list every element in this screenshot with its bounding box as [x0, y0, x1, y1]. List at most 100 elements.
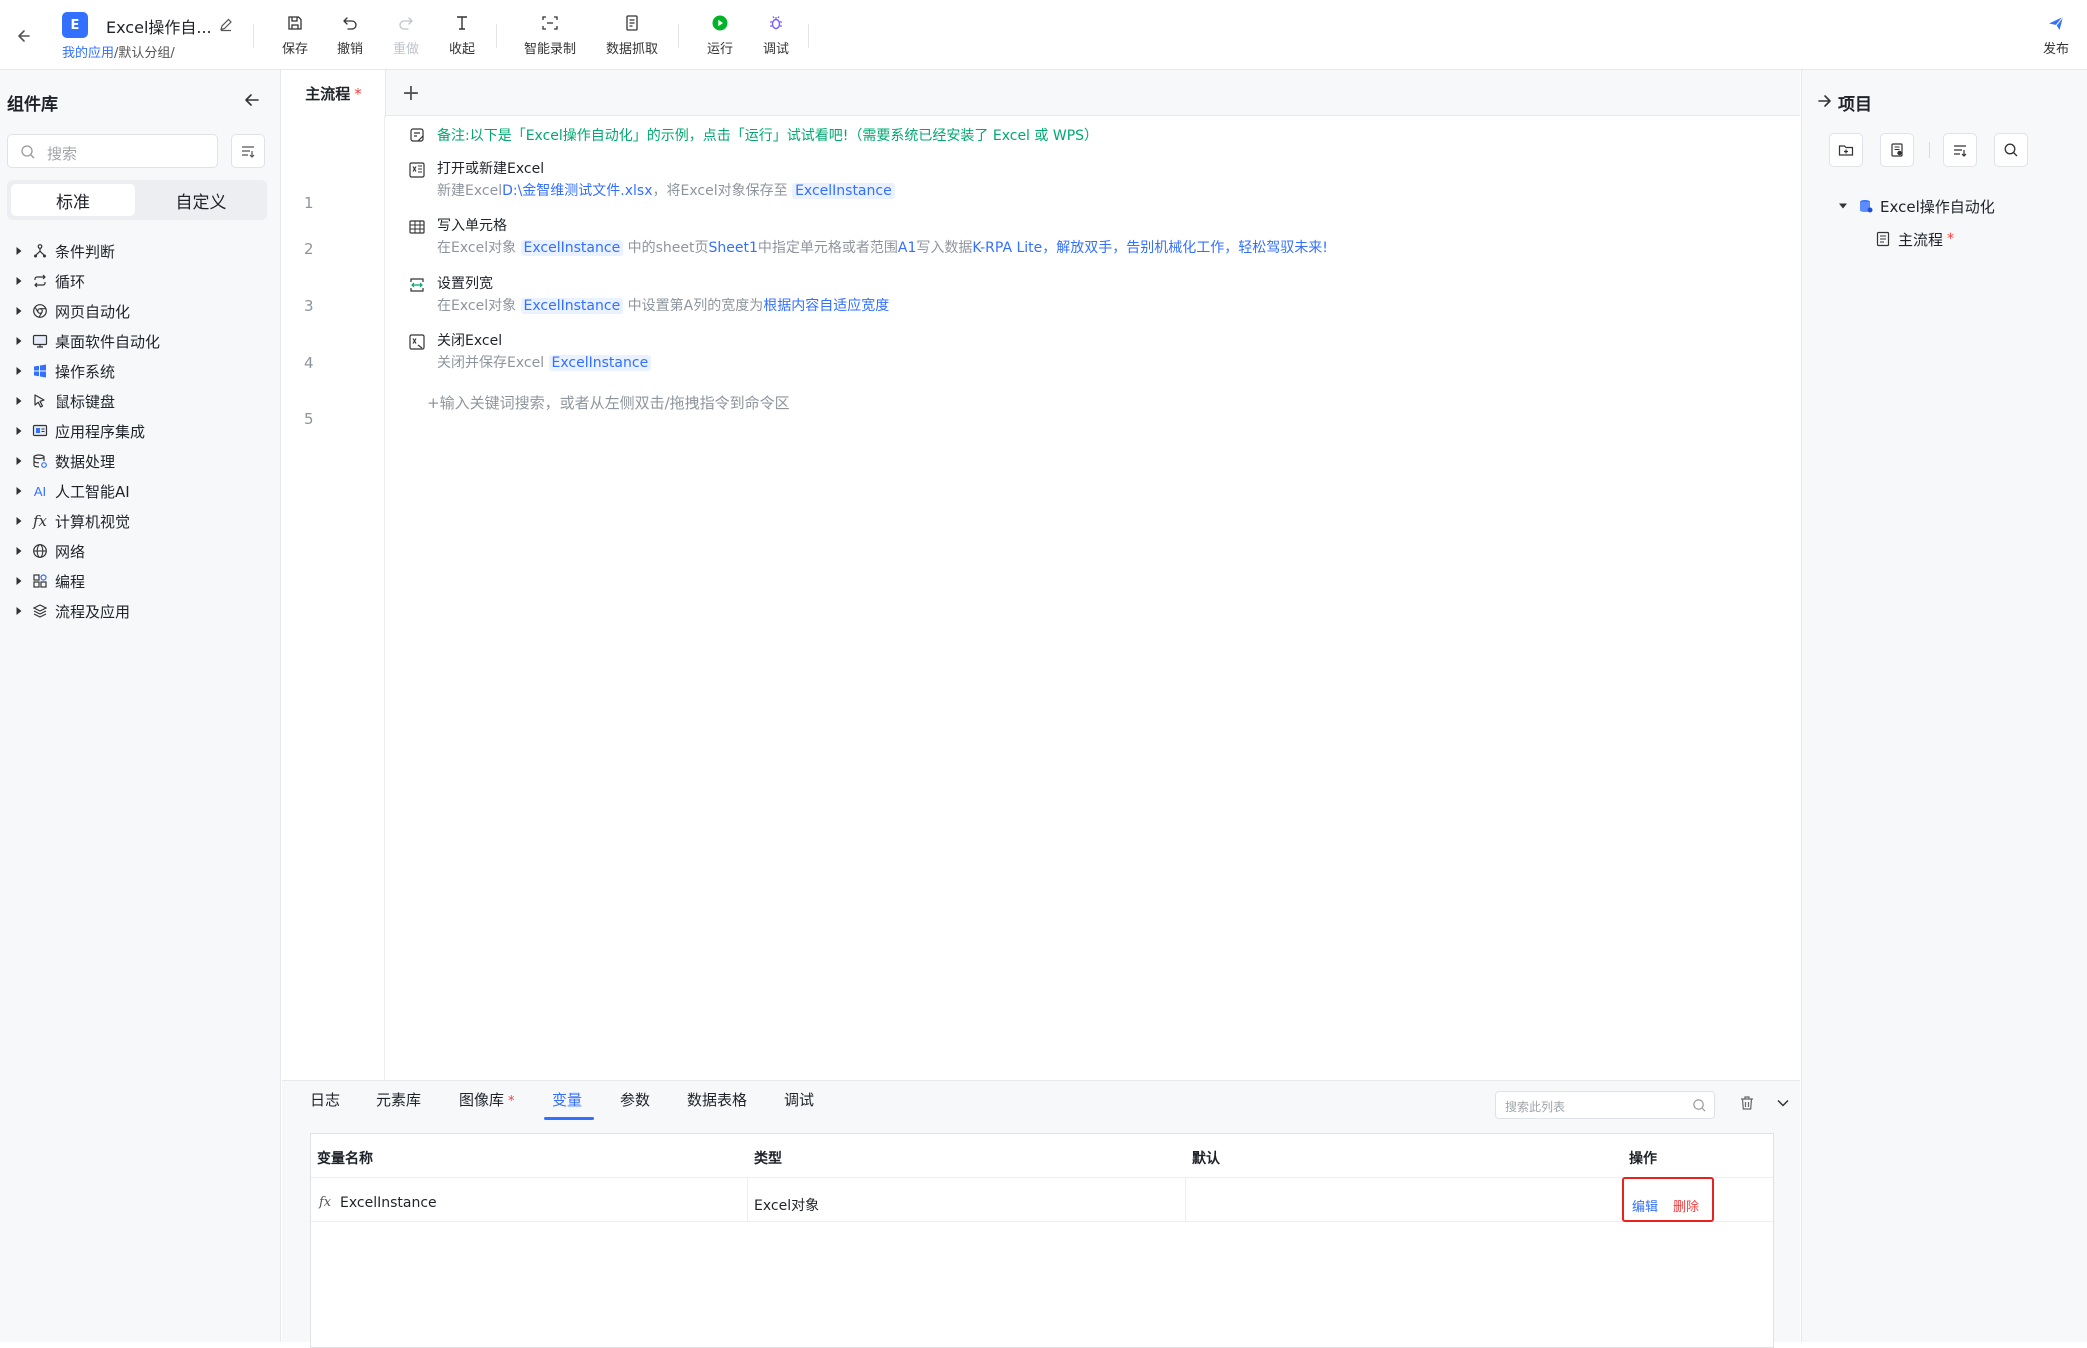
add-tab-button[interactable]: +: [396, 78, 426, 108]
undo-button[interactable]: 撤销: [318, 8, 382, 62]
collapse-button[interactable]: 收起: [430, 8, 494, 62]
expand-caret-icon: [10, 426, 28, 436]
tab-standard[interactable]: 标准: [11, 184, 135, 216]
category-desktop-automation[interactable]: 桌面软件自动化: [0, 326, 281, 356]
layers-icon: [30, 601, 50, 621]
run-button[interactable]: 运行: [688, 8, 752, 62]
tree-flow-node[interactable]: 主流程 *: [1876, 227, 1954, 251]
variable-chip[interactable]: ExcelInstance: [520, 298, 624, 314]
search-project-button[interactable]: [1994, 133, 2028, 167]
debug-button[interactable]: 调试: [744, 8, 808, 62]
folder-add-icon: [1838, 142, 1854, 158]
code-blocks-icon: [30, 571, 50, 591]
line-number: 1: [304, 194, 314, 212]
variable-chip[interactable]: ExcelInstance: [792, 183, 895, 199]
tab-parameters[interactable]: 参数: [620, 1089, 650, 1110]
data-scrape-button[interactable]: 数据抓取: [600, 8, 664, 62]
category-ai[interactable]: AI 人工智能AI: [0, 476, 281, 506]
redo-label: 重做: [392, 42, 419, 57]
tab-element-library[interactable]: 元素库: [376, 1089, 421, 1110]
command-input-hint[interactable]: +输入关键词搜索，或者从左侧双击/拖拽指令到命令区: [427, 392, 790, 413]
collapse-panel-icon[interactable]: [242, 90, 262, 110]
text-cursor-icon: [451, 12, 473, 34]
branch-icon: [30, 241, 50, 261]
send-icon: [2045, 12, 2067, 34]
redo-button[interactable]: 重做: [374, 8, 438, 62]
tab-log[interactable]: 日志: [310, 1089, 340, 1110]
project-panel: 项目 Excel操作自动化 主流程 *: [1801, 70, 2087, 1342]
expand-caret-icon: [10, 486, 28, 496]
step-write-cell[interactable]: 写入单元格 在Excel对象 ExcelInstance 中的sheet页She…: [407, 215, 1787, 261]
cursor-icon: [30, 391, 50, 411]
breadcrumb-path: /默认分组/: [114, 46, 175, 61]
sort-button[interactable]: [1943, 133, 1977, 167]
table-row[interactable]: [311, 1178, 1773, 1222]
step-open-excel[interactable]: 打开或新建Excel 新建ExcelD:\金智维测试文件.xlsx，将Excel…: [407, 158, 1787, 204]
category-computer-vision[interactable]: fx 计算机视觉: [0, 506, 281, 536]
search-input[interactable]: 搜索: [7, 134, 218, 168]
collapse-panel-button[interactable]: [1776, 1096, 1792, 1112]
tab-image-library[interactable]: 图像库 *: [459, 1089, 515, 1110]
flow-name: 主流程: [1898, 230, 1944, 249]
category-programming[interactable]: 编程: [0, 566, 281, 596]
publish-button[interactable]: 发布: [2024, 8, 2087, 62]
edit-title-icon[interactable]: [218, 17, 234, 33]
tab-debug[interactable]: 调试: [784, 1089, 814, 1110]
expand-caret-icon: [10, 516, 28, 526]
category-data-processing[interactable]: 数据处理: [0, 446, 281, 476]
desc-text: 在Excel对象: [437, 240, 517, 256]
run-label: 运行: [706, 42, 733, 57]
back-arrow-icon[interactable]: [14, 25, 36, 47]
expand-panel-icon[interactable]: [1816, 92, 1834, 110]
expand-caret-icon: [10, 606, 28, 616]
tree-project-node[interactable]: Excel操作自动化: [1836, 194, 1995, 218]
desc-text: ，将Excel对象保存至: [652, 183, 788, 199]
variable-chip[interactable]: ExcelInstance: [548, 355, 652, 371]
redo-icon: [395, 12, 417, 34]
breadcrumb-link[interactable]: 我的应用: [62, 46, 114, 61]
undo-icon: [339, 12, 361, 34]
category-network[interactable]: 网络: [0, 536, 281, 566]
note-step[interactable]: 备注:以下是「Excel操作自动化」的示例，点击「运行」试试看吧!（需要系统已经…: [407, 123, 1787, 149]
smart-record-button[interactable]: 智能录制: [518, 8, 582, 62]
expand-caret-icon: [10, 456, 28, 466]
new-flow-button[interactable]: [1880, 133, 1914, 167]
category-loop[interactable]: 循环: [0, 266, 281, 296]
tab-custom[interactable]: 自定义: [139, 184, 263, 216]
category-condition[interactable]: 条件判断: [0, 236, 281, 266]
cell-data: K-RPA Lite，解放双手，告别机械化工作，轻松驾驭未来!: [972, 240, 1328, 256]
step-close-excel[interactable]: 关闭Excel 关闭并保存Excel ExcelInstance: [407, 330, 1787, 376]
category-app-integration[interactable]: 应用程序集成: [0, 416, 281, 446]
tab-data-table[interactable]: 数据表格: [687, 1089, 747, 1110]
note-icon: [407, 125, 427, 145]
variable-chip[interactable]: ExcelInstance: [520, 240, 624, 256]
category-web-automation[interactable]: 网页自动化: [0, 296, 281, 326]
new-folder-button[interactable]: [1829, 133, 1863, 167]
edit-link[interactable]: 编辑: [1632, 1196, 1658, 1215]
desc-text: 在Excel对象: [437, 298, 517, 314]
record-frame-icon: [539, 12, 561, 34]
category-label: 桌面软件自动化: [55, 332, 161, 351]
play-icon: [709, 12, 731, 34]
project-name: Excel操作自动化: [1880, 197, 1995, 216]
tab-variables[interactable]: 变量: [552, 1089, 582, 1110]
category-mouse-keyboard[interactable]: 鼠标键盘: [0, 386, 281, 416]
list-search-input[interactable]: 搜索此列表: [1495, 1091, 1715, 1119]
desc-text: 中设置第: [627, 298, 684, 314]
delete-link[interactable]: 删除: [1673, 1196, 1699, 1215]
category-label: 网络: [55, 542, 86, 561]
line-number-gutter: 1 2 3 4 5: [282, 116, 385, 1080]
app-integration-icon: [30, 421, 50, 441]
filter-button[interactable]: [231, 134, 265, 168]
step-description: 在Excel对象 ExcelInstance 中设置第A列的宽度为根据内容自适应…: [437, 295, 889, 315]
column-divider: [1185, 1178, 1186, 1222]
category-os[interactable]: 操作系统: [0, 356, 281, 386]
excel-close-icon: [407, 332, 427, 352]
delete-all-button[interactable]: [1738, 1094, 1758, 1114]
category-flow-apps[interactable]: 流程及应用: [0, 596, 281, 626]
step-set-column-width[interactable]: 设置列宽 在Excel对象 ExcelInstance 中设置第A列的宽度为根据…: [407, 273, 1787, 319]
function-icon: fx: [319, 1195, 332, 1210]
step-title: 关闭Excel: [437, 333, 503, 349]
category-label: 编程: [55, 572, 86, 591]
tab-main-flow[interactable]: 主流程 *: [282, 70, 386, 117]
